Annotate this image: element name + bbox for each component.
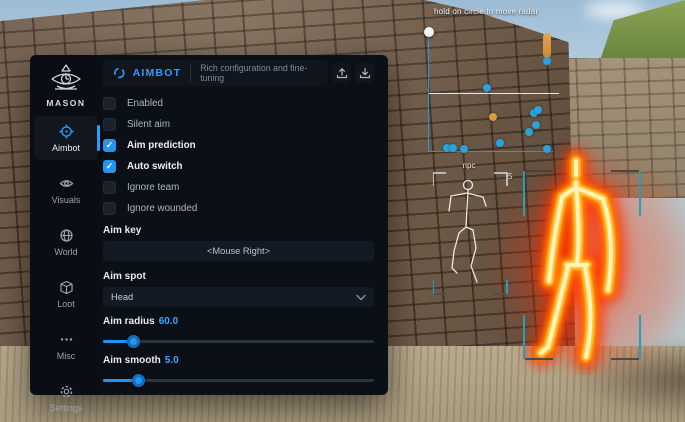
toggle-list: Enabled Silent aim Aim prediction Auto s… [103, 93, 374, 219]
sidebar-item-label: Loot [57, 299, 75, 309]
sidebar-item-aimbot[interactable]: Aimbot [34, 116, 98, 160]
mason-logo: MASON [46, 63, 85, 108]
spinner-icon [113, 66, 126, 80]
toggle-label: Auto switch [127, 161, 183, 172]
dots-icon [59, 332, 74, 347]
download-icon [359, 67, 371, 79]
radar-dot-enemy [532, 121, 540, 129]
aim-smooth-value: 5.0 [165, 355, 179, 366]
radar-dot-enemy [449, 144, 457, 152]
world-marker-bar [543, 33, 551, 58]
toggle-auto-switch[interactable]: Auto switch [103, 156, 374, 177]
sidebar-item-settings[interactable]: Settings [34, 376, 98, 420]
crosshair-icon [59, 124, 74, 139]
player-esp-box [523, 170, 641, 361]
checkbox[interactable] [103, 139, 116, 152]
sidebar-item-label: World [54, 247, 77, 257]
aim-radius-value: 60.0 [159, 316, 178, 327]
gear-icon [59, 384, 74, 399]
tab-subtitle: Rich configuration and fine-tuning [190, 63, 318, 83]
mason-eye-icon [48, 63, 84, 95]
chevron-down-icon [356, 294, 366, 301]
globe-icon [59, 228, 74, 243]
npc-skeleton [433, 172, 509, 302]
sidebar-item-misc[interactable]: Misc [34, 324, 98, 368]
radar-dot-enemy [460, 145, 468, 153]
radar[interactable] [428, 32, 553, 152]
toggle-label: Ignore wounded [127, 203, 197, 214]
sidebar: MASON Aimbot [30, 55, 102, 395]
upload-config-button[interactable] [332, 63, 351, 83]
download-config-button[interactable] [355, 63, 374, 83]
tab-header: AIMBOT Rich configuration and fine-tunin… [103, 60, 328, 86]
aim-spot-value: Head [111, 292, 356, 302]
sidebar-item-loot[interactable]: Loot [34, 272, 98, 316]
radar-drag-handle[interactable] [424, 27, 434, 37]
toggle-enabled[interactable]: Enabled [103, 93, 374, 114]
checkbox[interactable] [103, 181, 116, 194]
radar-dot-enemy [525, 128, 533, 136]
aim-spot-label: Aim spot [103, 271, 374, 282]
aim-smooth-slider[interactable] [103, 375, 374, 386]
checkbox[interactable] [103, 97, 116, 110]
npc-esp-label: npc [433, 161, 505, 170]
sidebar-item-label: Visuals [52, 195, 81, 205]
toggle-ignore-wounded[interactable]: Ignore wounded [103, 198, 374, 219]
logo-label: MASON [46, 98, 85, 108]
sidebar-item-label: Settings [50, 403, 83, 413]
toggle-label: Ignore team [127, 182, 179, 193]
aim-key-label: Aim key [103, 225, 374, 236]
world-marker-dot [543, 57, 551, 65]
toggle-label: Enabled [127, 98, 163, 109]
sidebar-item-visuals[interactable]: Visuals [34, 168, 98, 212]
upload-icon [336, 67, 348, 79]
slider-track[interactable] [103, 340, 374, 343]
sidebar-item-label: Aimbot [52, 143, 80, 153]
checkbox[interactable] [103, 118, 116, 131]
tab-title: AIMBOT [133, 67, 182, 79]
checkbox[interactable] [103, 202, 116, 215]
radar-hint-text: hold on circle to move radar [434, 7, 538, 16]
radar-dot-enemy [483, 84, 491, 92]
toggle-label: Silent aim [127, 119, 170, 130]
sidebar-item-label: Misc [57, 351, 76, 361]
eye-icon [59, 176, 74, 191]
checkbox[interactable] [103, 160, 116, 173]
toggle-ignore-team[interactable]: Ignore team [103, 177, 374, 198]
game-scene: hold on circle to move radar npc 5 [0, 0, 685, 422]
aim-smooth-label: Aim smooth [103, 355, 161, 366]
toggle-label: Aim prediction [127, 140, 196, 151]
radar-dot-enemy [543, 145, 551, 153]
radar-midline [429, 93, 559, 94]
aim-radius-label: Aim radius [103, 316, 155, 327]
active-indicator [97, 125, 100, 151]
aim-radius-slider[interactable] [103, 336, 374, 347]
cheat-menu-panel: MASON Aimbot [30, 55, 388, 395]
radar-dot-enemy [534, 106, 542, 114]
radar-dot-friendly [489, 113, 497, 121]
panel-content: AIMBOT Rich configuration and fine-tunin… [102, 55, 388, 395]
aim-key-button[interactable]: <Mouse Right> [103, 241, 374, 261]
slider-thumb[interactable] [132, 374, 145, 387]
toggle-aim-prediction[interactable]: Aim prediction [103, 135, 374, 156]
aim-spot-dropdown[interactable]: Head [103, 287, 374, 307]
toggle-silent-aim[interactable]: Silent aim [103, 114, 374, 135]
loot-box-icon [59, 280, 74, 295]
sidebar-item-world[interactable]: World [34, 220, 98, 264]
slider-thumb[interactable] [127, 335, 140, 348]
radar-dot-enemy [496, 139, 504, 147]
